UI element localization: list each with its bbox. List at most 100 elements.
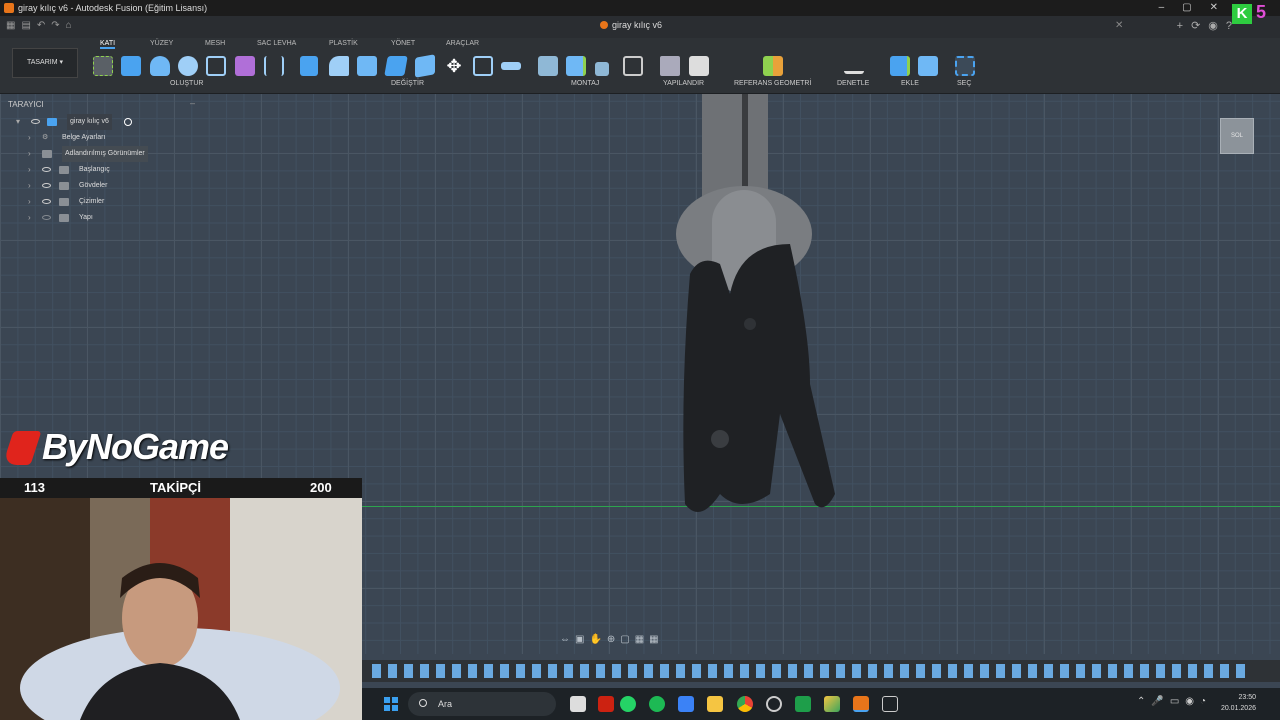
move-icon[interactable]: ✥	[444, 56, 464, 76]
form-icon[interactable]	[235, 56, 255, 76]
as-built-joint-icon[interactable]	[566, 56, 586, 76]
follower-goal-bar: 113 TAKİPÇİ 200	[0, 478, 362, 498]
browser-root-item[interactable]: ▾ giray kılıç v6	[0, 114, 200, 130]
group-degistir[interactable]: DEĞİŞTİR	[391, 80, 424, 87]
browser-title: TARAYICI	[8, 100, 44, 109]
expand-arrow-icon[interactable]: ›	[28, 130, 31, 146]
group-sec[interactable]: SEÇ	[957, 80, 971, 87]
workspace-dropdown[interactable]: TASARIM ▾	[12, 48, 78, 78]
extrude-icon[interactable]	[150, 56, 170, 76]
group-montaj[interactable]: MONTAJ	[571, 80, 599, 87]
chrome-icon[interactable]	[737, 696, 753, 712]
grip-detail	[744, 318, 756, 330]
expand-arrow-icon[interactable]: ›	[28, 146, 31, 162]
app-icon[interactable]	[795, 696, 811, 712]
measure-icon[interactable]	[844, 64, 864, 74]
select-icon[interactable]	[955, 56, 975, 76]
app-icon[interactable]	[678, 696, 694, 712]
app-icon[interactable]	[766, 696, 782, 712]
group-olustur[interactable]: OLUŞTUR	[170, 80, 203, 87]
visibility-eye-icon[interactable]	[31, 119, 40, 124]
tab-kati[interactable]: KATI	[100, 40, 116, 49]
joint-origin-icon[interactable]	[595, 62, 609, 76]
visibility-eye-icon[interactable]	[42, 199, 51, 204]
collapse-panel-icon[interactable]: –	[190, 98, 195, 108]
app-icon[interactable]	[824, 696, 840, 712]
browser-item-sketches[interactable]: › Çizimler	[0, 194, 200, 210]
tab-sac-levha[interactable]: SAC LEVHA	[257, 40, 296, 47]
browser-item-construction[interactable]: › Yapı	[0, 210, 200, 226]
quick-access-icons[interactable]: ▦▤↶↷⌂	[6, 20, 78, 31]
offset-plane-icon[interactable]	[763, 56, 783, 76]
rigid-group-icon[interactable]	[623, 56, 643, 76]
header-utility-icons[interactable]: +⟳◉?	[1177, 19, 1240, 32]
expand-arrow-icon[interactable]: ›	[28, 178, 31, 194]
windows-start-icon[interactable]	[384, 697, 398, 711]
webcam-feed	[0, 498, 362, 720]
browser-item-named-views[interactable]: › Adlandırılmış Görünümler	[0, 146, 200, 162]
fusion-taskbar-icon[interactable]	[853, 696, 869, 712]
follower-label: TAKİPÇİ	[150, 480, 202, 495]
visibility-eye-icon[interactable]	[42, 183, 51, 188]
timeline[interactable]	[362, 660, 1280, 682]
split-icon[interactable]	[501, 62, 521, 70]
browser-item-label: Başlangıç	[79, 166, 110, 173]
draft-icon[interactable]	[415, 54, 435, 78]
press-pull-icon[interactable]	[300, 56, 318, 76]
tab-araclar[interactable]: ARAÇLAR	[446, 40, 479, 47]
expand-arrow-icon[interactable]: ›	[28, 162, 31, 178]
expand-arrow-icon[interactable]: ›	[28, 210, 31, 226]
file-explorer-icon[interactable]	[707, 696, 723, 712]
taskbar-clock[interactable]: 23:50 20.01.2026	[1214, 692, 1256, 714]
tab-mesh[interactable]: MESH	[205, 40, 225, 47]
tab-yonet[interactable]: YÖNET	[391, 40, 415, 47]
close-tab-icon[interactable]: ✕	[1115, 20, 1123, 31]
activate-radio-icon[interactable]	[124, 118, 132, 126]
shell-icon[interactable]	[384, 56, 408, 76]
spotify-icon[interactable]	[649, 696, 665, 712]
browser-item-document-settings[interactable]: › ⚙ Belge Ayarları	[0, 130, 200, 146]
viewcube[interactable]: SOL	[1220, 118, 1254, 154]
kick-logo-icon: K	[1232, 4, 1252, 24]
align-icon[interactable]	[473, 56, 493, 76]
sword-hilt-model[interactable]	[660, 94, 850, 534]
box-icon[interactable]	[206, 56, 226, 76]
expand-arrow-icon[interactable]: ›	[28, 194, 31, 210]
tab-yuzey[interactable]: YÜZEY	[150, 40, 173, 47]
pattern-icon[interactable]	[264, 56, 284, 76]
visibility-eye-icon[interactable]	[42, 215, 51, 220]
window-controls[interactable]: –▢✕	[1159, 0, 1236, 16]
revolve-icon[interactable]	[178, 56, 198, 76]
new-sketch-icon[interactable]	[93, 56, 113, 76]
whatsapp-icon[interactable]	[620, 696, 636, 712]
browser-item-label: Belge Ayarları	[62, 134, 106, 141]
task-view-icon[interactable]	[570, 696, 586, 712]
group-yapilandir[interactable]: YAPILANDIR	[663, 80, 704, 87]
parameters-icon[interactable]	[660, 56, 680, 76]
toolbar-ribbon: TASARIM ▾ KATI YÜZEY MESH SAC LEVHA PLAS…	[0, 38, 1280, 94]
app-icon[interactable]	[882, 696, 898, 712]
bynogame-logo-icon	[2, 431, 42, 465]
configure-table-icon[interactable]	[689, 56, 709, 76]
tab-plastik[interactable]: PLASTİK	[329, 40, 358, 47]
document-tab[interactable]: giray kılıç v6	[600, 20, 662, 30]
browser-item-origin[interactable]: › Başlangıç	[0, 162, 200, 178]
visibility-eye-icon[interactable]	[42, 167, 51, 172]
fillet-icon[interactable]	[329, 56, 349, 76]
group-denetle[interactable]: DENETLE	[837, 80, 869, 87]
system-tray-icons[interactable]: ⌃🎤▭◉◔	[1137, 696, 1212, 707]
taskbar-search[interactable]: Ara	[408, 692, 556, 716]
root-component-label: giray kılıç v6	[67, 114, 112, 130]
new-joint-icon[interactable]	[538, 56, 558, 76]
app-icon[interactable]	[598, 696, 614, 712]
timeline-features[interactable]	[372, 664, 1252, 678]
navigation-bar[interactable]: ⇔▣✋⊕▢▦▦	[560, 634, 720, 648]
chamfer-icon[interactable]	[357, 56, 377, 76]
group-referans-geometri[interactable]: REFERANS GEOMETRİ	[734, 80, 811, 87]
insert-derive-icon[interactable]	[890, 56, 910, 76]
group-ekle[interactable]: EKLE	[901, 80, 919, 87]
new-component-icon[interactable]	[121, 56, 141, 76]
expand-arrow-icon[interactable]: ▾	[16, 114, 20, 130]
browser-item-bodies[interactable]: › Gövdeler	[0, 178, 200, 194]
insert-canvas-icon[interactable]	[918, 56, 938, 76]
